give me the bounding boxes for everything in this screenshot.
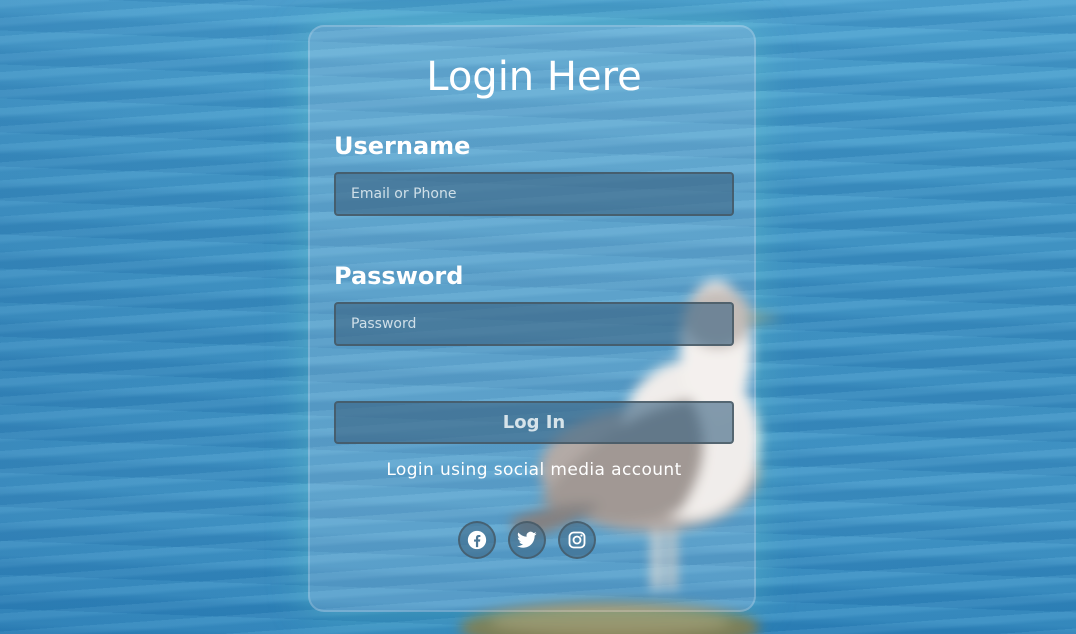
password-input[interactable] (334, 302, 734, 346)
social-login-text: Login using social media account (386, 460, 682, 480)
password-label: Password (334, 262, 464, 290)
social-icons (458, 521, 608, 561)
instagram-icon (568, 531, 586, 549)
page-title: Login Here (426, 54, 642, 100)
username-input[interactable] (334, 172, 734, 216)
facebook-icon (467, 530, 487, 550)
twitter-icon (517, 531, 537, 548)
twitter-button[interactable] (508, 521, 546, 559)
facebook-button[interactable] (458, 521, 496, 559)
username-label: Username (334, 132, 471, 160)
login-button[interactable]: Log In (334, 401, 734, 444)
login-card: Login Here Username Password Log In Logi… (308, 25, 756, 612)
instagram-button[interactable] (558, 521, 596, 559)
